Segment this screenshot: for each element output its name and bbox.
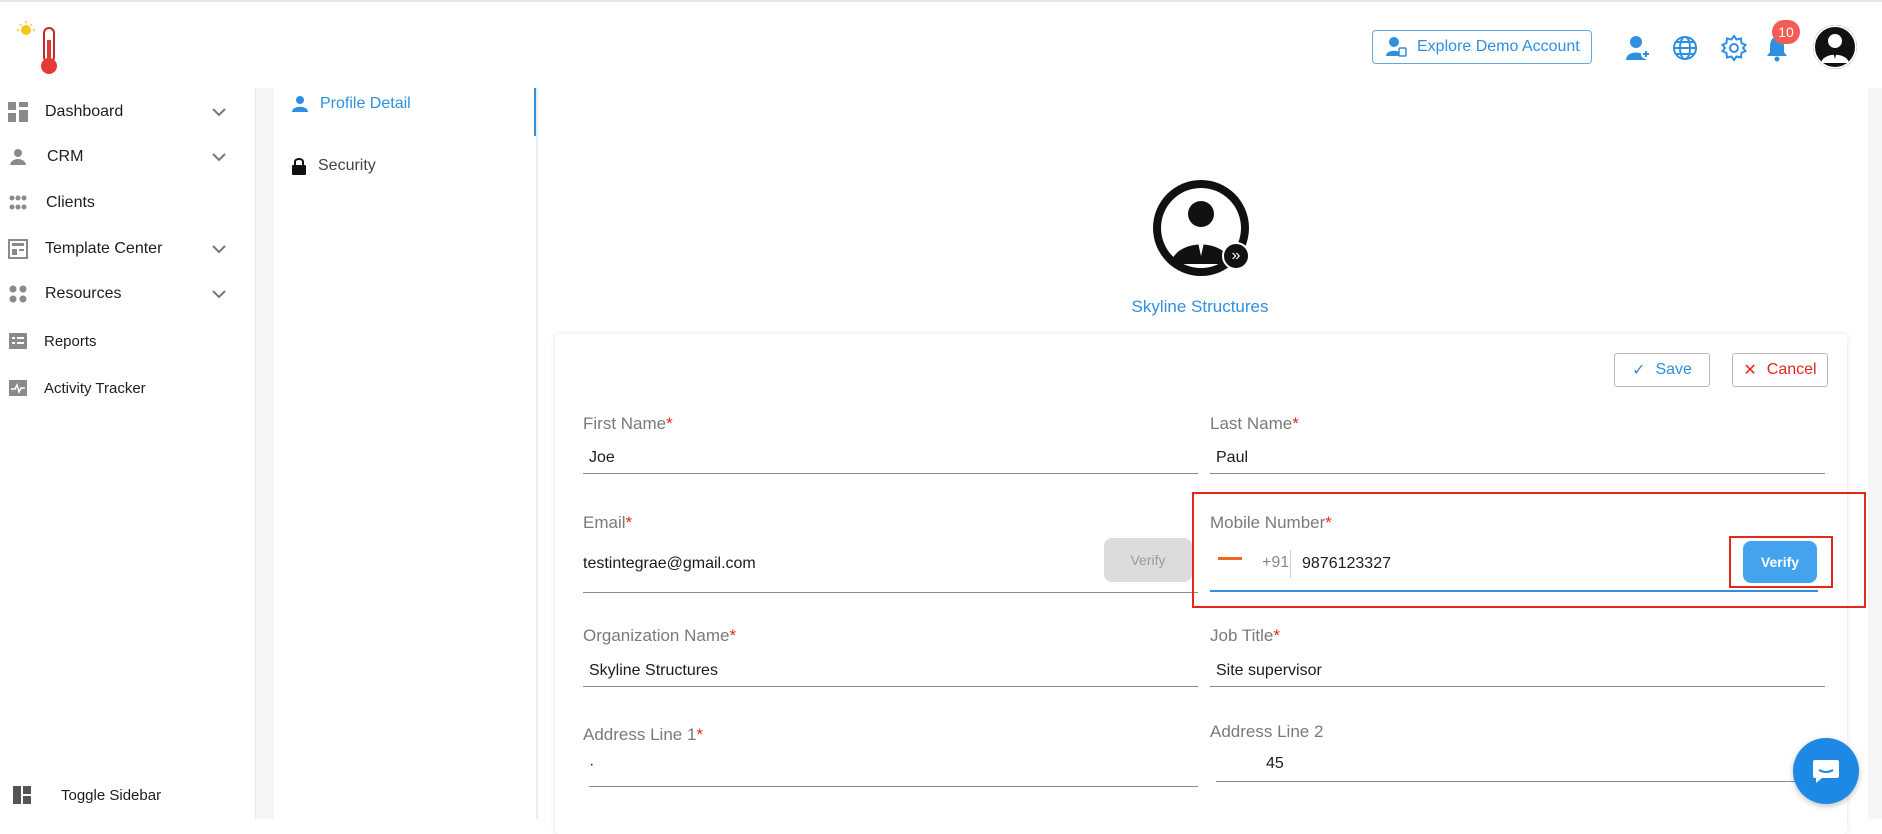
sidebar-gutter bbox=[256, 88, 274, 819]
organization-name-field[interactable]: Skyline Structures bbox=[589, 662, 718, 680]
sidebar-item-dashboard[interactable]: Dashboard bbox=[0, 92, 256, 132]
verify-button-highlight-box bbox=[1729, 536, 1833, 588]
sidebar-item-label: Template Center bbox=[45, 240, 163, 257]
dashboard-icon bbox=[8, 102, 28, 122]
sidebar-toggle-icon bbox=[13, 786, 31, 804]
subnav-active-indicator bbox=[534, 88, 536, 136]
add-user-icon[interactable] bbox=[1624, 34, 1652, 62]
activity-icon bbox=[9, 380, 27, 396]
reports-icon bbox=[9, 333, 27, 349]
template-icon bbox=[8, 239, 28, 259]
first-name-field[interactable]: Joe bbox=[589, 449, 615, 467]
profile-subnav bbox=[274, 88, 538, 819]
address-line-2-field[interactable]: 45 bbox=[1266, 755, 1284, 773]
chevron-down-icon[interactable] bbox=[210, 240, 228, 258]
sidebar-item-label: Clients bbox=[46, 194, 95, 211]
sidebar-item-label: Dashboard bbox=[45, 103, 124, 120]
toggle-sidebar-button[interactable]: Toggle Sidebar bbox=[0, 775, 256, 815]
user-avatar[interactable] bbox=[1813, 25, 1857, 69]
lock-icon bbox=[292, 158, 306, 175]
sidebar-item-template-center[interactable]: Template Center bbox=[0, 229, 256, 269]
chevron-down-icon[interactable] bbox=[210, 285, 228, 303]
subnav-item-security[interactable]: Security bbox=[292, 157, 376, 175]
crm-icon bbox=[10, 149, 26, 165]
organization-title: Skyline Structures bbox=[1131, 297, 1269, 316]
chevron-down-icon[interactable] bbox=[210, 148, 228, 166]
organization-name-label: Organization Name* bbox=[583, 626, 737, 645]
sidebar-item-label: Reports bbox=[44, 332, 97, 350]
address-line-2-label: Address Line 2 bbox=[1210, 722, 1324, 741]
subnav-label: Profile Detail bbox=[320, 95, 411, 112]
address-line-1-field[interactable]: · bbox=[589, 756, 594, 774]
globe-icon[interactable] bbox=[1671, 34, 1699, 62]
clients-icon bbox=[9, 195, 27, 210]
explore-demo-label: Explore Demo Account bbox=[1417, 38, 1580, 55]
user-demo-icon bbox=[1386, 37, 1407, 57]
top-bar: Explore Demo Account 10 bbox=[0, 0, 1882, 88]
job-title-field[interactable]: Site supervisor bbox=[1216, 662, 1322, 680]
last-name-underline bbox=[1210, 473, 1825, 474]
close-icon: ✕ bbox=[1743, 362, 1757, 379]
save-button[interactable]: ✓ Save bbox=[1614, 353, 1710, 387]
sidebar-item-crm[interactable]: CRM bbox=[0, 137, 256, 177]
email-label: Email* bbox=[583, 513, 633, 532]
last-name-label: Last Name* bbox=[1210, 414, 1299, 433]
notification-count-badge: 10 bbox=[1772, 20, 1800, 44]
chat-support-button[interactable] bbox=[1793, 738, 1859, 804]
chevron-down-icon[interactable] bbox=[210, 103, 228, 121]
address-line-2-underline bbox=[1216, 781, 1825, 782]
app-logo-icon[interactable] bbox=[12, 20, 72, 76]
sidebar-item-reports[interactable]: Reports bbox=[0, 321, 256, 361]
change-avatar-icon[interactable]: » bbox=[1222, 242, 1250, 270]
settings-gear-icon[interactable] bbox=[1720, 34, 1748, 62]
chat-bubble-icon bbox=[1813, 760, 1839, 783]
cancel-button[interactable]: ✕ Cancel bbox=[1732, 353, 1828, 387]
job-title-label: Job Title* bbox=[1210, 626, 1280, 645]
check-icon: ✓ bbox=[1632, 362, 1646, 379]
sidebar-item-resources[interactable]: Resources bbox=[0, 274, 256, 314]
resources-icon bbox=[9, 285, 27, 303]
toggle-sidebar-label: Toggle Sidebar bbox=[61, 786, 162, 804]
subnav-label: Security bbox=[318, 157, 376, 174]
address-line-1-underline bbox=[589, 786, 1198, 787]
person-icon bbox=[292, 96, 308, 112]
save-label: Save bbox=[1655, 361, 1692, 378]
email-underline bbox=[583, 592, 1198, 593]
email-field[interactable]: testintegrae@gmail.com bbox=[583, 555, 756, 573]
subnav-item-profile-detail[interactable]: Profile Detail bbox=[292, 95, 411, 113]
first-name-label: First Name* bbox=[583, 414, 673, 433]
content-gutter bbox=[1868, 88, 1882, 819]
organization-name-underline bbox=[583, 686, 1198, 687]
sidebar-item-clients[interactable]: Clients bbox=[0, 183, 256, 223]
address-line-1-label: Address Line 1* bbox=[583, 725, 704, 744]
last-name-field[interactable]: Paul bbox=[1216, 449, 1248, 467]
first-name-underline bbox=[583, 473, 1198, 474]
explore-demo-account-button[interactable]: Explore Demo Account bbox=[1372, 30, 1592, 64]
sidebar-item-label: CRM bbox=[47, 148, 84, 165]
job-title-underline bbox=[1210, 686, 1825, 687]
sidebar-item-label: Activity Tracker bbox=[44, 379, 146, 397]
email-verify-button[interactable]: Verify bbox=[1104, 538, 1192, 582]
sidebar-item-label: Resources bbox=[45, 285, 122, 302]
sidebar-item-activity-tracker[interactable]: Activity Tracker bbox=[0, 368, 256, 408]
cancel-label: Cancel bbox=[1766, 361, 1817, 378]
